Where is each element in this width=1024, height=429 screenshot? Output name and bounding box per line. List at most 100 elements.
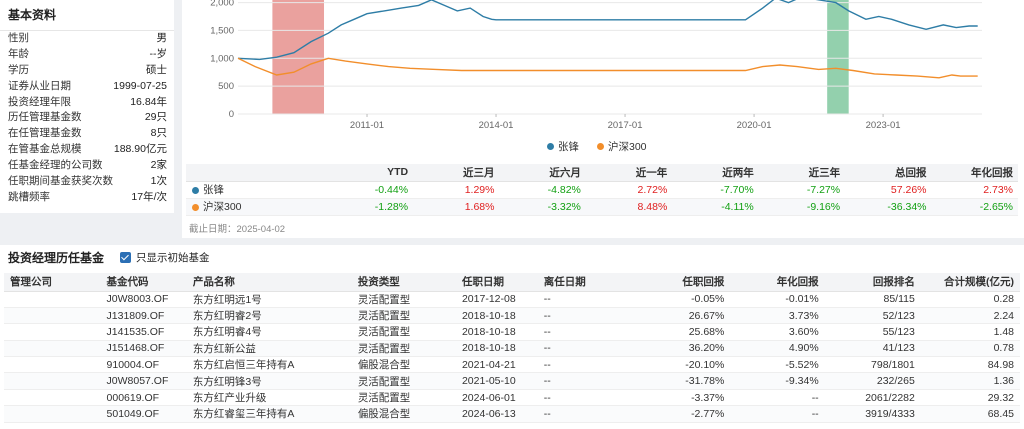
history-cell[interactable]: 501049.OF <box>100 405 187 423</box>
info-label: 证券从业日期 <box>8 79 71 92</box>
x-tick-label: 2020-01 <box>737 120 772 131</box>
history-cell: 2017-12-08 <box>455 291 538 308</box>
history-cell: 偏股混合型 <box>351 356 456 374</box>
history-cell[interactable]: 000619.OF <box>100 389 187 407</box>
returns-header-cell[interactable]: 近一年 <box>585 164 673 182</box>
info-label: 任基金经理的公司数 <box>8 159 103 172</box>
info-value: 16.84年 <box>130 95 167 108</box>
history-header-cell[interactable]: 离任日期 <box>537 273 635 292</box>
returns-header-cell[interactable]: 近六月 <box>499 164 586 182</box>
returns-header-cell[interactable]: 总回报 <box>845 164 932 182</box>
history-cell[interactable]: 东方红明睿2号 <box>186 307 352 325</box>
legend-label-index: 沪深300 <box>608 141 647 153</box>
history-row[interactable]: J141535.OF 东方红明睿4号 灵活配置型 2018-10-18 -- 25.68%… <box>4 323 1020 341</box>
info-label: 任职期间基金获奖次数 <box>8 175 113 188</box>
series-name: 沪深300 <box>203 201 242 213</box>
shaded-period <box>827 0 849 114</box>
returns-value: -9.16% <box>758 198 846 216</box>
history-funds-title: 投资经理历任基金 <box>8 251 105 265</box>
info-row: 任基金经理的公司数 2家 <box>0 158 174 174</box>
basic-info-title: 基本资料 <box>0 0 174 31</box>
info-label: 在任管理基金数 <box>8 127 82 140</box>
history-cell: 3.73% <box>730 307 825 325</box>
history-cell: 232/265 <box>824 372 921 390</box>
returns-value: -2.65% <box>931 198 1018 216</box>
history-cell: 52/123 <box>824 307 921 325</box>
history-header-cell[interactable]: 任职日期 <box>455 273 538 292</box>
history-header-cell[interactable]: 投资类型 <box>351 273 456 292</box>
history-cell[interactable]: 东方红明远1号 <box>186 291 352 308</box>
history-cell: 26.67% <box>634 307 731 325</box>
series-line <box>237 0 978 61</box>
history-cell[interactable]: J131809.OF <box>100 307 187 325</box>
history-cell: 灵活配置型 <box>351 340 456 358</box>
checkbox-checked-icon[interactable] <box>120 252 131 263</box>
history-cell: 85/115 <box>824 291 921 308</box>
info-row: 历任管理基金数 29只 <box>0 110 174 126</box>
returns-value: 2.72% <box>585 181 673 199</box>
history-cell: 84.98 <box>920 356 1020 374</box>
history-cell: 2018-10-18 <box>455 323 538 341</box>
history-cell: -- <box>537 340 635 358</box>
history-header-cell[interactable]: 年化回报 <box>730 273 825 292</box>
history-cell[interactable]: 东方红明锋3号 <box>186 372 352 390</box>
history-cell: -- <box>537 389 635 407</box>
history-cell: -31.78% <box>634 372 731 390</box>
history-cell[interactable]: J0W8003.OF <box>100 291 187 308</box>
history-cell: 0.28 <box>920 291 1020 308</box>
returns-value: -3.32% <box>499 198 586 216</box>
history-cell[interactable]: J0W8057.OF <box>100 372 187 390</box>
history-cell: -- <box>730 405 825 423</box>
history-row[interactable]: J131809.OF 东方红明睿2号 灵活配置型 2018-10-18 -- 26.67%… <box>4 307 1020 325</box>
history-cell: 2021-05-10 <box>455 372 538 390</box>
returns-value: 2.73% <box>931 181 1018 199</box>
history-row[interactable]: J0W8003.OF 东方红明远1号 灵活配置型 2017-12-08 -- -0.05%… <box>4 291 1020 308</box>
returns-header-cell[interactable]: YTD <box>326 164 414 182</box>
history-row[interactable]: 000619.OF 东方红产业升级 灵活配置型 2024-06-01 -- -3.37% -… <box>4 389 1020 407</box>
history-header-cell[interactable]: 任职回报 <box>634 273 731 292</box>
returns-header-cell[interactable]: 近两年 <box>672 164 759 182</box>
history-cell[interactable]: 东方红睿玺三年持有A <box>186 405 352 423</box>
history-cell: 25.68% <box>634 323 731 341</box>
legend-item-index[interactable]: 沪深300 <box>597 139 647 154</box>
history-cell: 灵活配置型 <box>351 307 456 325</box>
info-row: 学历 硕士 <box>0 63 174 79</box>
history-funds-panel: 投资经理历任基金 只显示初始基金 管理公司 基金代码 产品名称 投资类型 任职日期 离任日… <box>0 245 1024 429</box>
history-row[interactable]: J151468.OF 东方红新公益 灵活配置型 2018-10-18 -- 36.20% 4… <box>4 340 1020 358</box>
history-header-cell[interactable]: 合计规模(亿元) <box>920 273 1020 292</box>
history-header-cell[interactable]: 基金代码 <box>100 273 187 292</box>
history-cell[interactable]: 910004.OF <box>100 356 187 374</box>
history-cell: 2061/2282 <box>824 389 921 407</box>
info-value: 29只 <box>144 111 167 124</box>
history-cell[interactable]: 东方红产业升级 <box>186 389 352 407</box>
history-row[interactable]: J0W8057.OF 东方红明锋3号 灵活配置型 2021-05-10 -- -31.78… <box>4 372 1020 390</box>
returns-header-cell[interactable] <box>186 164 327 182</box>
returns-header-cell[interactable]: 近三月 <box>413 164 500 182</box>
history-cell[interactable]: 东方红启恒三年持有A <box>186 356 352 374</box>
initial-funds-filter[interactable]: 只显示初始基金 <box>120 250 210 265</box>
info-value: 8只 <box>150 127 167 140</box>
legend-item-manager[interactable]: 张锋 <box>547 139 579 154</box>
history-cell: 灵活配置型 <box>351 323 456 341</box>
info-value: 硕士 <box>146 63 167 76</box>
info-label: 跳槽频率 <box>8 190 50 203</box>
history-cell[interactable]: J141535.OF <box>100 323 187 341</box>
info-row: 年龄 --岁 <box>0 47 174 63</box>
returns-header-cell[interactable]: 近三年 <box>758 164 846 182</box>
info-label: 历任管理基金数 <box>8 111 82 124</box>
history-cell[interactable]: J151468.OF <box>100 340 187 358</box>
history-cell[interactable]: 东方红新公益 <box>186 340 352 358</box>
history-cell: 41/123 <box>824 340 921 358</box>
history-cell: 3.60% <box>730 323 825 341</box>
history-cell: 0.78 <box>920 340 1020 358</box>
returns-header-cell[interactable]: 年化回报 <box>931 164 1018 182</box>
history-cell: 2.24 <box>920 307 1020 325</box>
history-cell[interactable]: 东方红明睿4号 <box>186 323 352 341</box>
performance-line-chart[interactable]: 2,000 1,500 1,000 500 0 2011-01 2014-01 2017-01… <box>182 0 1024 138</box>
history-header-cell[interactable]: 管理公司 <box>4 273 101 292</box>
info-row: 性别 男 <box>0 31 174 47</box>
history-row[interactable]: 501049.OF 东方红睿玺三年持有A 偏股混合型 2024-06-13 -- -2.7… <box>4 405 1020 423</box>
history-header-cell[interactable]: 产品名称 <box>186 273 352 292</box>
history-row[interactable]: 910004.OF 东方红启恒三年持有A 偏股混合型 2021-04-21 -- -20.… <box>4 356 1020 374</box>
history-header-cell[interactable]: 回报排名 <box>824 273 921 292</box>
